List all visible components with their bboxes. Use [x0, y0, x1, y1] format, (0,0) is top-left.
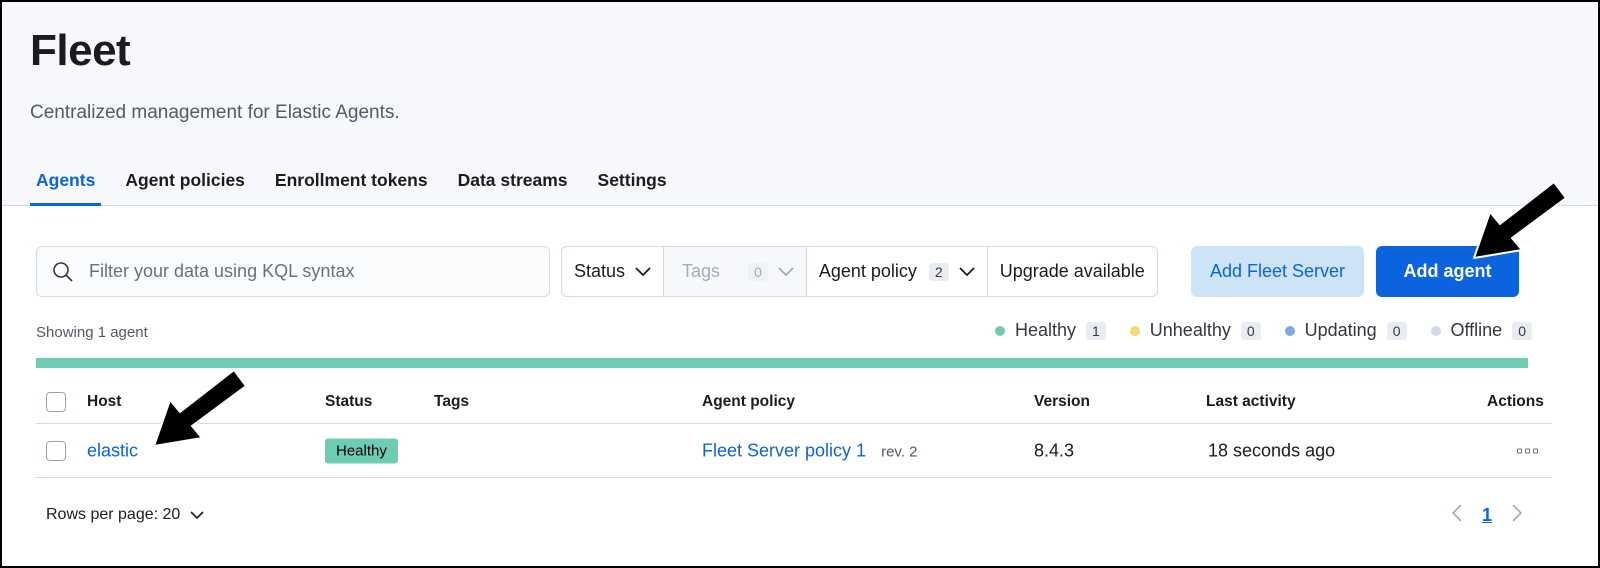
legend-count: 0	[1386, 321, 1407, 340]
legend-item-offline: Offline 0	[1430, 320, 1532, 341]
filter-group: Status Tags 0 Agent policy 2 Upgrade ava…	[561, 246, 1158, 297]
previous-page-icon[interactable]	[1451, 504, 1462, 527]
row-checkbox[interactable]	[46, 440, 66, 461]
page-number-button[interactable]: 1	[1482, 505, 1492, 526]
legend-count: 0	[1512, 321, 1532, 340]
screenshot-frame: Fleet Centralized management for Elastic…	[0, 0, 1600, 568]
page-subtitle: Centralized management for Elastic Agent…	[30, 102, 400, 123]
policy-cell: Fleet Server policy 1 rev. 2	[702, 440, 918, 461]
legend-count: 0	[1240, 321, 1261, 340]
rows-per-page-label: Rows per page: 20	[46, 506, 181, 523]
search-bar	[36, 246, 550, 297]
chevron-down-icon	[778, 266, 794, 277]
tags-filter-label: Tags	[682, 261, 721, 281]
status-legend: Healthy 1 Unhealthy 0 Updating 0 Offline…	[971, 320, 1532, 341]
healthy-dot-icon	[994, 325, 1005, 336]
tags-filter-count: 0	[748, 262, 768, 281]
column-agent-policy[interactable]: Agent policy	[702, 393, 795, 411]
column-status: Status	[325, 392, 373, 410]
agents-table: Host Status Tags Agent policy Version La…	[36, 380, 1552, 478]
column-last-activity[interactable]: Last activity	[1206, 393, 1296, 411]
tab-data-streams[interactable]: Data streams	[452, 162, 574, 205]
page-header: Fleet Centralized management for Elastic…	[2, 2, 1598, 206]
agent-policy-link[interactable]: Fleet Server policy 1	[702, 440, 866, 460]
unhealthy-dot-icon	[1129, 325, 1140, 336]
next-page-icon[interactable]	[1512, 504, 1523, 527]
select-all-checkbox[interactable]	[46, 391, 66, 412]
offline-dot-icon	[1430, 325, 1441, 336]
status-badge: Healthy	[325, 438, 398, 463]
chevron-down-icon	[959, 266, 975, 277]
search-icon	[37, 261, 89, 283]
legend-label: Healthy	[1014, 320, 1076, 340]
page-title: Fleet	[30, 26, 131, 75]
legend-label: Offline	[1450, 320, 1503, 340]
status-filter-label: Status	[574, 261, 626, 281]
chevron-down-icon	[635, 266, 651, 277]
policy-revision: rev. 2	[881, 443, 918, 460]
tags-filter-button[interactable]: Tags 0	[664, 247, 807, 296]
annotation-arrow-icon	[153, 369, 247, 447]
rows-per-page-selector[interactable]: Rows per page: 20	[46, 506, 204, 524]
status-filter-button[interactable]: Status	[562, 247, 665, 296]
agent-policy-filter-label: Agent policy	[818, 261, 917, 281]
legend-item-unhealthy: Unhealthy 0	[1129, 320, 1261, 341]
legend-item-updating: Updating 0	[1284, 320, 1407, 341]
column-tags: Tags	[434, 392, 470, 410]
add-fleet-server-button[interactable]: Add Fleet Server	[1191, 246, 1364, 297]
tab-bar: Agents Agent policies Enrollment tokens …	[30, 162, 691, 206]
search-input[interactable]	[89, 261, 529, 282]
updating-dot-icon	[1284, 325, 1295, 336]
version-value: 8.4.3	[1034, 440, 1075, 460]
table-row: elastic Healthy Fleet Server policy 1 re…	[36, 424, 1552, 478]
column-host[interactable]: Host	[87, 393, 121, 411]
column-version[interactable]: Version	[1034, 393, 1090, 411]
legend-label: Unhealthy	[1149, 320, 1231, 340]
legend-count: 1	[1085, 321, 1106, 340]
legend-label: Updating	[1304, 320, 1377, 340]
upgrade-available-filter-button[interactable]: Upgrade available	[988, 247, 1157, 296]
column-actions: Actions	[1487, 392, 1544, 410]
agent-policy-filter-count: 2	[928, 262, 949, 281]
legend-item-healthy: Healthy 1	[994, 320, 1106, 341]
more-actions-icon[interactable]	[1517, 448, 1538, 453]
chevron-down-icon	[190, 510, 204, 520]
tab-enrollment-tokens[interactable]: Enrollment tokens	[269, 162, 434, 205]
tab-settings[interactable]: Settings	[592, 162, 673, 205]
table-header: Host Status Tags Agent policy Version La…	[36, 380, 1552, 424]
host-link[interactable]: elastic	[87, 440, 138, 461]
showing-count: Showing 1 agent	[36, 324, 148, 341]
tab-agent-policies[interactable]: Agent policies	[119, 162, 251, 205]
last-activity-value: 18 seconds ago	[1208, 440, 1336, 460]
annotation-arrow-icon	[1473, 181, 1567, 259]
agent-policy-filter-button[interactable]: Agent policy 2	[807, 247, 988, 296]
tab-agents[interactable]: Agents	[30, 162, 102, 206]
pagination: 1	[1451, 504, 1523, 527]
agent-health-bar	[36, 358, 1528, 368]
